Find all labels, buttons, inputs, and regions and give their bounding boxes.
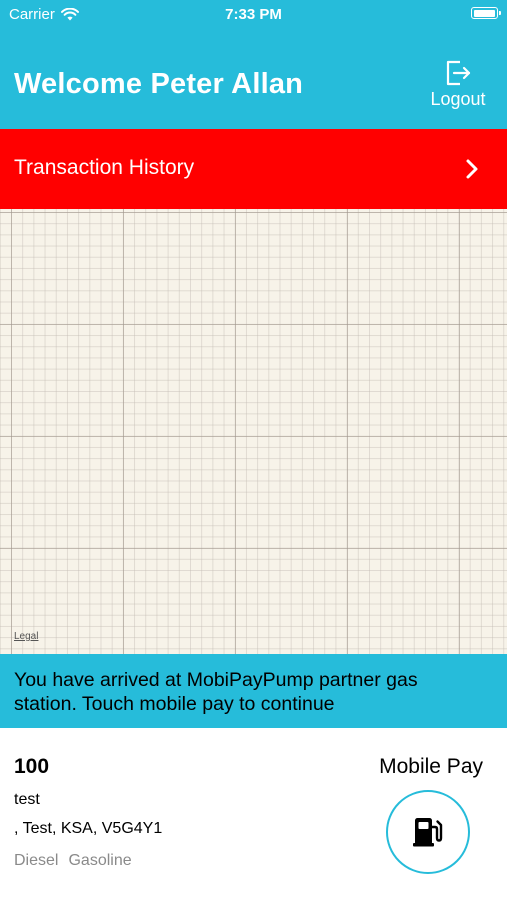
fuel-type-gasoline: Gasoline	[68, 852, 132, 869]
battery-level	[473, 9, 495, 17]
mobile-pay-label: Mobile Pay	[379, 755, 483, 778]
station-id: 100	[14, 755, 50, 778]
logout-icon	[446, 60, 471, 86]
fuel-types: Diesel Gasoline	[14, 852, 132, 870]
map-view[interactable]: Legal	[0, 209, 507, 654]
logout-label: Logout	[430, 89, 486, 109]
battery-icon	[471, 7, 501, 19]
mobile-pay-button[interactable]	[386, 790, 470, 874]
status-time: 7:33 PM	[225, 6, 282, 23]
status-bar: Carrier 7:33 PM	[0, 0, 507, 30]
station-name: test	[14, 791, 40, 808]
legal-link[interactable]: Legal	[14, 631, 38, 642]
welcome-title: Welcome Peter Allan	[14, 68, 304, 100]
gas-pump-icon	[413, 818, 443, 847]
logout-button[interactable]: Logout	[428, 58, 488, 110]
transaction-history-button[interactable]: Transaction History	[0, 129, 507, 209]
station-address: , Test, KSA, V5G4Y1	[14, 820, 163, 837]
arrival-message: You have arrived at MobiPayPump partner …	[14, 669, 418, 715]
transaction-history-label: Transaction History	[14, 156, 195, 179]
top-bar: Carrier 7:33 PM Welcome Peter Allan Logo…	[0, 0, 507, 129]
chevron-right-icon	[466, 159, 478, 179]
fuel-type-diesel: Diesel	[14, 852, 59, 869]
station-panel: 100 test , Test, KSA, V5G4Y1 Diesel Gaso…	[0, 728, 507, 900]
arrival-banner: You have arrived at MobiPayPump partner …	[0, 654, 507, 728]
